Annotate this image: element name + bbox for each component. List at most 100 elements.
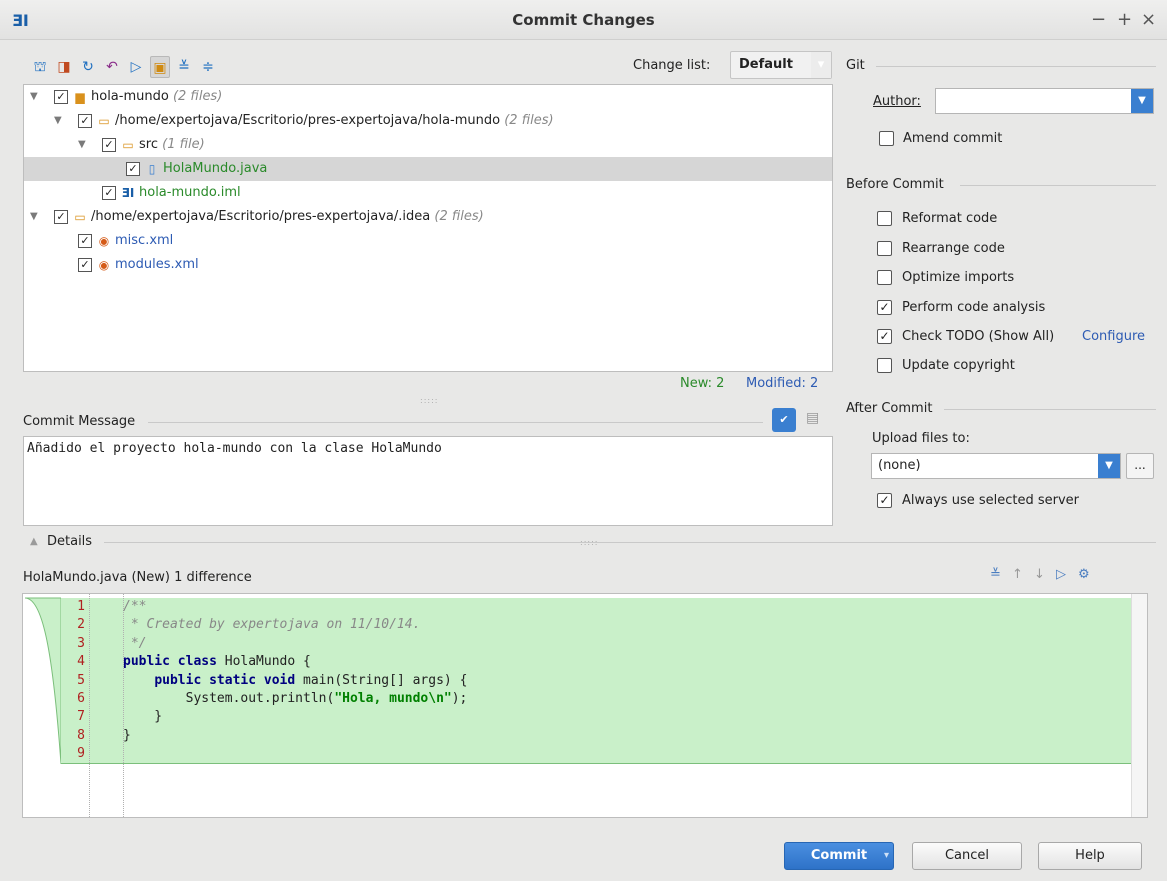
include-checkbox[interactable]: ✓ — [102, 138, 116, 152]
commit-message-label: Commit Message — [23, 414, 136, 429]
diff-title: HolaMundo.java (New) 1 difference — [23, 570, 252, 585]
include-checkbox[interactable]: ✓ — [126, 162, 140, 176]
tree-row[interactable]: ▼ ✓ ▭ /home/expertojava/Escritorio/pres-… — [24, 109, 832, 133]
expand-all-icon[interactable]: ≚ — [990, 567, 1001, 582]
divider — [876, 66, 1156, 67]
folder-icon: ▭ — [122, 138, 134, 152]
previous-difference-icon[interactable]: ↑ — [1012, 567, 1023, 582]
collapse-all-icon[interactable]: ≑ — [198, 56, 218, 78]
before-commit-title: Before Commit — [846, 177, 944, 192]
tree-row-label: modules.xml — [115, 257, 199, 272]
group-by-directory-icon[interactable]: ▣ — [150, 56, 170, 78]
iml-file-icon: ƎI — [121, 186, 135, 200]
tree-row[interactable]: ▼ ✓ ▭ /home/expertojava/Escritorio/pres-… — [24, 205, 832, 229]
update-copyright-checkbox[interactable] — [877, 358, 892, 373]
expand-triangle-icon[interactable]: ▼ — [78, 133, 90, 157]
reformat-code-checkbox[interactable] — [877, 211, 892, 226]
divider — [104, 542, 1156, 543]
include-checkbox[interactable]: ✓ — [78, 234, 92, 248]
next-difference-icon[interactable]: ↓ — [1034, 567, 1045, 582]
upload-server-value: (none) — [878, 458, 921, 473]
include-checkbox[interactable]: ✓ — [78, 114, 92, 128]
commit-button-label: Commit — [810, 848, 868, 863]
code-line: 2 * Created by expertojava on 11/10/14. — [77, 617, 421, 633]
tree-row[interactable]: ✓ ◉ misc.xml — [24, 229, 832, 253]
check-todo-checkbox[interactable]: ✓ — [877, 329, 892, 344]
divider — [944, 409, 1156, 410]
tree-row[interactable]: ▼ ✓ ▭ src (1 file) — [24, 133, 832, 157]
gutter-separator — [89, 594, 90, 817]
commit-diff-icon[interactable]: ⛫ — [30, 56, 50, 78]
new-count: New: 2 — [680, 376, 725, 391]
chevron-down-icon[interactable]: ▾ — [884, 843, 889, 869]
splitter-grip[interactable]: ::::: — [580, 538, 598, 547]
always-use-server-checkbox[interactable]: ✓ — [877, 493, 892, 508]
collapse-details-icon[interactable]: ▲ — [30, 536, 38, 547]
configure-link[interactable]: Configure — [1082, 329, 1145, 344]
modified-count: Modified: 2 — [746, 376, 819, 391]
browse-servers-button[interactable]: ... — [1126, 453, 1154, 479]
commit-button[interactable]: Commit ▾ — [784, 842, 894, 870]
git-section-title: Git — [846, 58, 865, 73]
tree-row[interactable]: ▼ ✓ ▆ hola-mundo (2 files) — [24, 85, 832, 109]
include-checkbox[interactable]: ✓ — [102, 186, 116, 200]
optimize-imports-checkbox[interactable] — [877, 270, 892, 285]
after-commit-title: After Commit — [846, 401, 933, 416]
cancel-button[interactable]: Cancel — [912, 842, 1022, 870]
tree-row-hint: (2 files) — [504, 113, 554, 128]
code-line: 8} — [77, 727, 131, 743]
refresh-icon[interactable]: ↻ — [78, 56, 98, 78]
include-checkbox[interactable]: ✓ — [54, 210, 68, 224]
chevron-down-icon: ▾ — [811, 52, 831, 78]
spellcheck-icon[interactable]: ✔ — [772, 408, 796, 432]
tree-row[interactable]: ✓ ▯ HolaMundo.java — [24, 157, 832, 181]
author-combo[interactable]: ▼ — [935, 88, 1154, 114]
splitter-grip[interactable]: ::::: — [420, 396, 438, 405]
xml-file-icon: ◉ — [98, 258, 110, 272]
close-button[interactable]: × — [1141, 9, 1156, 30]
commit-message-history-icon[interactable]: ▤ — [806, 410, 824, 430]
code-line: 1/** — [77, 599, 147, 614]
tree-row-label: /home/expertojava/Escritorio/pres-expert… — [115, 113, 501, 128]
tree-row-label: hola-mundo.iml — [139, 185, 241, 200]
maximize-button[interactable]: + — [1117, 9, 1132, 30]
folder-icon: ▭ — [98, 114, 110, 128]
tree-row[interactable]: ✓ ƎI hola-mundo.iml — [24, 181, 832, 205]
include-checkbox[interactable]: ✓ — [78, 258, 92, 272]
check-todo-label: Check TODO (Show All) — [902, 329, 1055, 344]
tree-row[interactable]: ✓ ◉ modules.xml — [24, 253, 832, 277]
title-bar: ƎI Commit Changes − + × — [0, 0, 1167, 40]
show-diff-icon[interactable]: ▷ — [126, 56, 146, 78]
reformat-code-label: Reformat code — [902, 211, 998, 226]
expand-all-icon[interactable]: ≚ — [174, 56, 194, 78]
author-label: Author: — [873, 94, 921, 109]
code-analysis-label: Perform code analysis — [902, 300, 1046, 315]
minimize-button[interactable]: − — [1091, 9, 1106, 30]
commit-message-input[interactable]: Añadido el proyecto hola-mundo con la cl… — [23, 436, 833, 526]
divider — [148, 422, 763, 423]
tree-row-label: misc.xml — [115, 233, 174, 248]
tree-row-hint: (1 file) — [162, 137, 205, 152]
diff-viewer[interactable]: 1/** 2 * Created by expertojava on 11/10… — [22, 593, 1148, 818]
java-file-icon: ▯ — [148, 162, 156, 176]
amend-commit-label: Amend commit — [903, 131, 1003, 146]
gear-icon[interactable]: ⚙ — [1078, 567, 1090, 582]
move-icon[interactable]: ◨ — [54, 56, 74, 78]
diff-connector — [24, 597, 61, 765]
divider — [960, 185, 1156, 186]
vertical-scrollbar[interactable] — [1131, 594, 1147, 817]
help-button[interactable]: Help — [1038, 842, 1142, 870]
rearrange-code-label: Rearrange code — [902, 241, 1005, 256]
amend-commit-checkbox[interactable] — [879, 131, 894, 146]
code-analysis-checkbox[interactable]: ✓ — [877, 300, 892, 315]
include-checkbox[interactable]: ✓ — [54, 90, 68, 104]
expand-triangle-icon[interactable]: ▼ — [30, 85, 42, 109]
show-diff-icon[interactable]: ▷ — [1056, 567, 1066, 582]
revert-icon[interactable]: ↶ — [102, 56, 122, 78]
rearrange-code-checkbox[interactable] — [877, 241, 892, 256]
upload-server-combo[interactable]: (none) ▼ — [871, 453, 1121, 479]
xml-file-icon: ◉ — [98, 234, 110, 248]
expand-triangle-icon[interactable]: ▼ — [30, 205, 42, 229]
changelist-select[interactable]: Default ▾ — [730, 51, 832, 79]
expand-triangle-icon[interactable]: ▼ — [54, 109, 66, 133]
